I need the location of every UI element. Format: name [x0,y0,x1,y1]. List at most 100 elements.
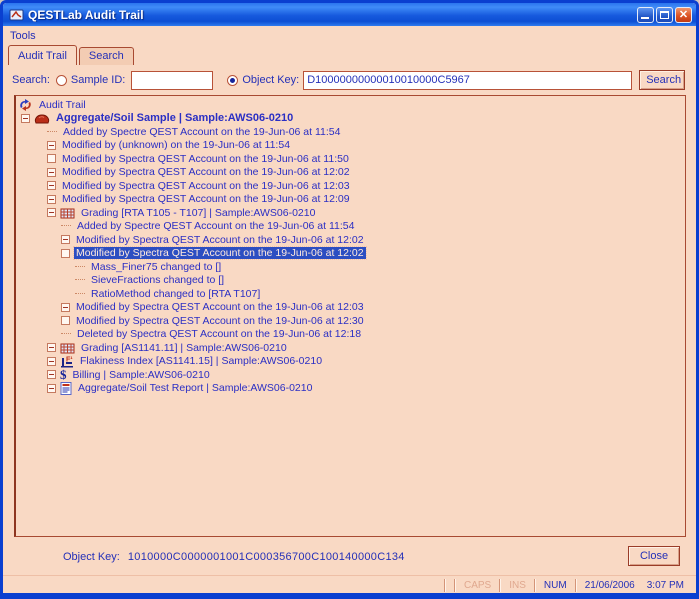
tree-expander-minus-icon[interactable] [61,235,70,244]
tree-row-label: RatioMethod changed to [RTA T107] [89,288,262,300]
tree-row-label: Added by Spectre QEST Account on the 19-… [61,126,342,138]
close-window-button[interactable]: ✕ [675,7,692,23]
tree-row[interactable]: Modified by Spectra QEST Account on the … [16,314,685,328]
tree-row[interactable]: Grading [AS1141.11] | Sample:AWS06-0210 [16,341,685,355]
search-label: Search: [12,74,50,86]
tree-row-label: Aggregate/Soil Sample | Sample:AWS06-021… [54,112,295,124]
status-ins-indicator: INS [503,580,532,591]
maximize-button[interactable] [656,7,673,23]
tree-expander-box-icon[interactable] [61,316,70,325]
sieve-icon [60,207,75,219]
maximize-icon [660,11,669,19]
tree-row[interactable]: Modified by Spectra QEST Account on the … [16,193,685,207]
tree-row-label: Modified by (unknown) on the 19-Jun-06 a… [60,139,292,151]
status-separator [499,579,501,592]
tree-expander-minus-icon[interactable] [47,195,56,204]
tree-row[interactable]: Modified by Spectra QEST Account on the … [16,179,685,193]
tree-expander-minus-icon[interactable] [47,384,56,393]
tree-expander-minus-icon[interactable] [21,114,30,123]
tree-row[interactable]: Added by Spectre QEST Account on the 19-… [16,220,685,234]
tree-row-label: Audit Trail [37,99,88,111]
status-separator [454,579,456,592]
tree-row[interactable]: Modified by Spectra QEST Account on the … [16,233,685,247]
tree-row[interactable]: Modified by Spectra QEST Account on the … [16,152,685,166]
app-icon [9,8,24,22]
tree-expander-minus-icon[interactable] [47,357,56,366]
tree-row-label: Billing | Sample:AWS06-0210 [71,369,212,381]
object-key-input[interactable] [303,71,632,90]
audit-trail-tree: Audit TrailAggregate/Soil Sample | Sampl… [14,95,686,537]
tree-expander-minus-icon[interactable] [47,370,56,379]
status-separator [444,579,446,592]
tree-row[interactable]: Deleted by Spectra QEST Account on the 1… [16,328,685,342]
tree-expander-minus-icon[interactable] [47,141,56,150]
tree-row[interactable]: Aggregate/Soil Sample | Sample:AWS06-021… [16,112,685,126]
tree-row[interactable]: F¹ Flakiness Index [AS1141.15] | Sample:A… [16,355,685,369]
tree-row[interactable]: SieveFractions changed to [] [16,274,685,288]
tree-row-label: Modified by Spectra QEST Account on the … [74,247,366,259]
tree-connector [47,131,57,133]
tree-row[interactable]: Added by Spectre QEST Account on the 19-… [16,125,685,139]
tree-connector [75,266,85,268]
tree-row[interactable]: Grading [RTA T105 - T107] | Sample:AWS06… [16,206,685,220]
billing-icon: $ [60,369,67,381]
close-button[interactable]: Close [628,546,680,566]
footer: Object Key: 1010000C0000001001C000356700… [3,543,696,571]
tree-connector [75,279,85,281]
tree-row[interactable]: Mass_Finer75 changed to [] [16,260,685,274]
tab-search[interactable]: Search [79,47,134,65]
tree-connector [61,333,71,335]
tree-expander-box-icon[interactable] [61,249,70,258]
sample-id-radio[interactable] [56,75,67,86]
tree-row-label: SieveFractions changed to [] [89,274,226,286]
minimize-button[interactable] [637,7,654,23]
tree-row-label: Modified by Spectra QEST Account on the … [60,180,352,192]
status-bar: CAPS INS NUM 21/06/2006 3:07 PM [3,575,696,594]
tree-row-label: Flakiness Index [AS1141.15] | Sample:AWS… [78,355,324,367]
sieve-icon [60,342,75,354]
tree-row-label: Added by Spectre QEST Account on the 19-… [75,220,356,232]
close-icon: ✕ [679,9,688,21]
status-separator [575,579,577,592]
tree-row[interactable]: $ Billing | Sample:AWS06-0210 [16,368,685,382]
menu-item-tools[interactable]: Tools [3,28,43,44]
footer-object-key-value: 1010000C0000001001C000356700C100140000C1… [128,551,405,563]
tree-row-label: Mass_Finer75 changed to [] [89,261,223,273]
tree-expander-box-icon[interactable] [47,154,56,163]
tree-row[interactable]: RatioMethod changed to [RTA T107] [16,287,685,301]
status-time: 3:07 PM [641,580,690,591]
tree-row[interactable]: Aggregate/Soil Test Report | Sample:AWS0… [16,382,685,396]
audit-trail-icon [18,99,33,111]
status-caps-indicator: CAPS [458,580,497,591]
title-bar: QESTLab Audit Trail ✕ [3,3,696,26]
tree-expander-minus-icon[interactable] [47,168,56,177]
tree-row[interactable]: Modified by Spectra QEST Account on the … [16,247,685,261]
tree-expander-minus-icon[interactable] [47,181,56,190]
sample-id-input[interactable] [131,71,213,90]
tree-row-label: Modified by Spectra QEST Account on the … [74,301,366,313]
tree-row[interactable]: Modified by Spectra QEST Account on the … [16,301,685,315]
minimize-icon [641,17,649,19]
tree-row-label: Grading [RTA T105 - T107] | Sample:AWS06… [79,207,317,219]
tab-audit-trail[interactable]: Audit Trail [8,45,77,65]
sample-icon [34,112,50,125]
tree-row[interactable]: Modified by (unknown) on the 19-Jun-06 a… [16,139,685,153]
footer-object-key-label: Object Key: [63,551,120,563]
tree-expander-minus-icon[interactable] [47,343,56,352]
status-separator [534,579,536,592]
sample-id-label: Sample ID: [71,74,125,86]
tree-row[interactable]: Audit Trail [16,98,685,112]
flakiness-icon: F¹ [60,355,74,368]
report-icon [60,382,72,395]
status-date: 21/06/2006 [579,580,641,591]
search-button[interactable]: Search [639,70,685,90]
tree-row[interactable]: Modified by Spectra QEST Account on the … [16,166,685,180]
object-key-radio[interactable] [227,75,238,86]
tree-expander-minus-icon[interactable] [47,208,56,217]
tree-expander-minus-icon[interactable] [61,303,70,312]
status-num-indicator: NUM [538,580,573,591]
svg-text:F¹: F¹ [66,356,73,363]
tree-row-label: Aggregate/Soil Test Report | Sample:AWS0… [76,382,314,394]
tree-row-label: Modified by Spectra QEST Account on the … [60,166,352,178]
qestlab-audit-trail-window: QESTLab Audit Trail ✕ Tools Audit Trail … [0,0,699,599]
